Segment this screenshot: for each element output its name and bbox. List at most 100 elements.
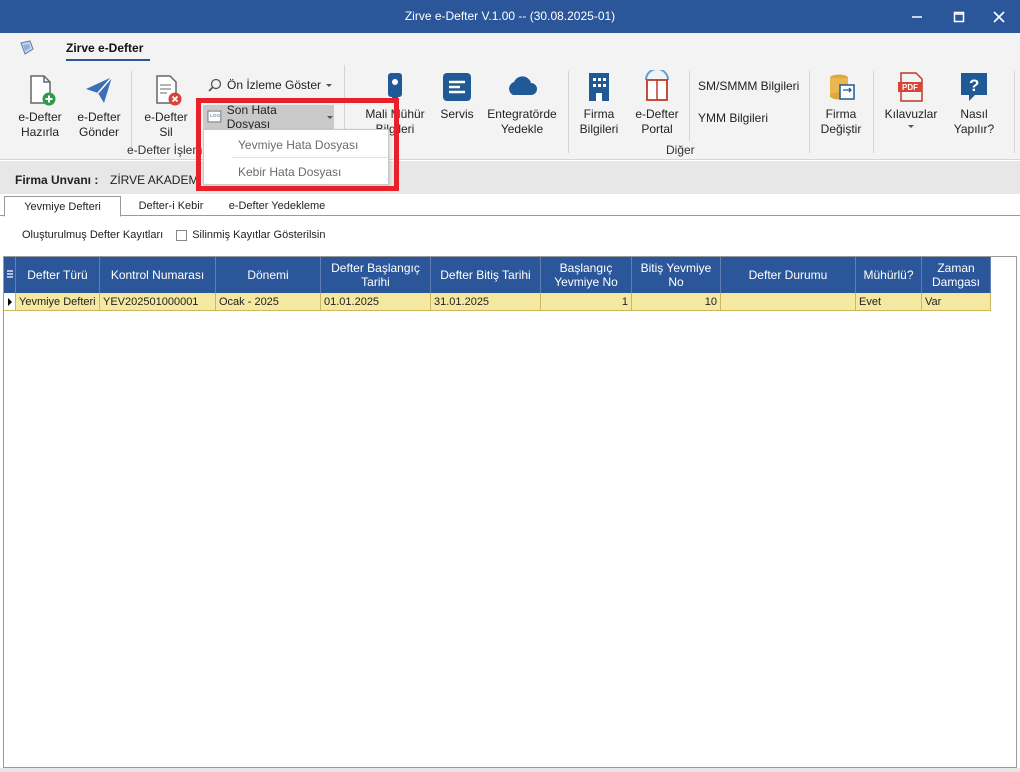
row-indicator-header[interactable] (4, 257, 16, 293)
group-label-diger: Diğer (666, 143, 695, 157)
entegrator-yedekle-button[interactable]: Entegratörde Yedekle (484, 70, 560, 137)
on-izleme-label: Ön İzleme Göster (227, 78, 322, 92)
cell-donemi[interactable]: Ocak - 2025 (216, 293, 321, 310)
nasil-yapilir-button[interactable]: ? Nasıl Yapılır? (946, 70, 1002, 137)
group-label-islemleri: e-Defter İşlem (127, 143, 203, 157)
minimize-button[interactable] (896, 0, 938, 33)
close-icon (993, 10, 1005, 23)
edefter-sil-button[interactable]: e-Defter Sil (140, 73, 192, 140)
table-row[interactable]: Yevmiye Defteri YEV202501000001 Ocak - 2… (4, 293, 991, 311)
column-header[interactable]: Kontrol Numarası (100, 257, 216, 293)
edefter-portal-button[interactable]: e-Defter Portal (630, 70, 684, 137)
cell-baslangic-yevmiye-no[interactable]: 1 (541, 293, 632, 310)
current-row-arrow-icon (8, 297, 12, 306)
silinmis-kayitlar-label[interactable]: Silinmiş Kayıtlar Gösterilsin (192, 229, 325, 241)
firma-unvani-value: ZİRVE AKADEM (110, 173, 199, 187)
silinmis-kayitlar-checkbox[interactable] (176, 229, 188, 241)
records-grid: Defter Türü Kontrol Numarası Dönemi Deft… (3, 256, 1017, 768)
column-header[interactable]: Defter Bitiş Tarihi (431, 257, 541, 293)
ribbon-separator (1014, 71, 1015, 153)
firma-bilgileri-label: Firma Bilgileri (579, 107, 619, 136)
filter-title: Oluşturulmuş Defter Kayıtları (22, 229, 164, 241)
delete-document-icon (156, 75, 182, 106)
servis-label: Servis (440, 107, 474, 121)
window-title: Zirve e-Defter V.1.00 -- (30.08.2025-01) (404, 9, 616, 23)
edefter-portal-label: e-Defter Portal (635, 107, 679, 136)
column-header[interactable]: Defter Durumu (721, 257, 856, 293)
smmm-bilgileri-button[interactable]: SM/SMMM Bilgileri (698, 79, 799, 93)
column-header[interactable]: Başlangıç Yevmiye No (541, 257, 632, 293)
switch-company-icon (830, 74, 855, 100)
tab-defter-i-kebir[interactable]: Defter-i Kebir (124, 196, 218, 216)
column-header[interactable]: Dönemi (216, 257, 321, 293)
firma-bar: Firma Unvanı : ZİRVE AKADEM (0, 161, 1020, 194)
tab-edefter-yedekleme[interactable]: e-Defter Yedekleme (222, 196, 332, 216)
grid-menu-icon (6, 270, 13, 278)
firma-bilgileri-button[interactable]: Firma Bilgileri (574, 70, 624, 137)
cell-bitis-tarihi[interactable]: 31.01.2025 (431, 293, 541, 310)
maximize-icon (953, 11, 965, 22)
preview-icon (208, 78, 222, 92)
nasil-yapilir-label: Nasıl Yapılır? (953, 107, 995, 136)
grid-header: Defter Türü Kontrol Numarası Dönemi Deft… (4, 257, 991, 293)
chevron-down-icon (326, 84, 333, 87)
firma-degistir-label: Firma Değiştir (820, 107, 862, 136)
highlight-box (196, 98, 399, 191)
entegrator-label: Entegratörde Yedekle (487, 107, 557, 136)
app-window: Zirve e-Defter V.1.00 -- (30.08.2025-01)… (0, 0, 1020, 772)
cloud-icon (509, 76, 537, 95)
building-icon (589, 73, 609, 101)
maximize-button[interactable] (938, 0, 980, 33)
kilavuzlar-button[interactable]: PDF Kılavuzlar (880, 70, 942, 130)
ribbon-separator (131, 71, 132, 153)
column-header[interactable]: Defter Türü (16, 257, 100, 293)
on-izleme-button[interactable]: Ön İzleme Göster (207, 77, 333, 93)
ribbon-tab-underline (66, 59, 150, 61)
help-icon: ? (961, 73, 987, 101)
close-button[interactable] (978, 0, 1020, 33)
column-header[interactable]: Bitiş Yevmiye No (632, 257, 721, 293)
cell-defter-durumu[interactable] (721, 293, 856, 310)
send-icon (86, 76, 113, 103)
tab-strip: Yevmiye Defteri Defter-i Kebir e-Defter … (0, 194, 1020, 217)
ribbon-separator (873, 71, 874, 153)
service-icon (443, 73, 471, 101)
kilavuzlar-label: Kılavuzlar (884, 107, 938, 121)
edefter-hazirla-button[interactable]: e-Defter Hazırla (14, 73, 66, 140)
column-header[interactable]: Zaman Damgası (922, 257, 991, 293)
column-header[interactable]: Mühürlü? (856, 257, 922, 293)
column-header[interactable]: Defter Başlangıç Tarihi (321, 257, 431, 293)
firma-unvani-label: Firma Unvanı : (15, 173, 99, 187)
edefter-gonder-label: e-Defter Gönder (77, 110, 121, 139)
row-indicator (4, 293, 16, 310)
tab-yevmiye-defteri[interactable]: Yevmiye Defteri (4, 196, 121, 217)
portal-book-icon (645, 70, 669, 101)
servis-button[interactable]: Servis (434, 70, 480, 122)
ribbon-tab-zirve[interactable]: Zirve e-Defter (66, 41, 143, 55)
pdf-icon: PDF (898, 72, 923, 102)
cell-bitis-yevmiye-no[interactable]: 10 (632, 293, 721, 310)
status-bar (0, 768, 1020, 772)
ribbon-separator (568, 71, 569, 153)
cell-kontrol-numarasi[interactable]: YEV202501000001 (100, 293, 216, 310)
ymm-bilgileri-button[interactable]: YMM Bilgileri (698, 111, 768, 125)
ribbon: Zirve e-Defter e-Defter Hazırla e-Defter… (0, 33, 1020, 160)
filter-row: Oluşturulmuş Defter Kayıtları Silinmiş K… (22, 229, 325, 241)
edefter-hazirla-label: e-Defter Hazırla (18, 110, 62, 139)
cell-muhurlu[interactable]: Evet (856, 293, 922, 310)
app-menu-icon[interactable] (18, 39, 36, 57)
svg-text:PDF: PDF (902, 83, 918, 92)
ribbon-separator (809, 71, 810, 153)
svg-text:?: ? (969, 76, 979, 95)
title-bar: Zirve e-Defter V.1.00 -- (30.08.2025-01) (0, 0, 1020, 33)
edefter-sil-label: e-Defter Sil (144, 110, 188, 139)
firma-degistir-button[interactable]: Firma Değiştir (814, 70, 868, 137)
cell-defter-turu[interactable]: Yevmiye Defteri (16, 293, 100, 310)
cell-baslangic-tarihi[interactable]: 01.01.2025 (321, 293, 431, 310)
ymm-label: YMM Bilgileri (698, 111, 769, 125)
edefter-gonder-button[interactable]: e-Defter Gönder (72, 73, 126, 140)
ribbon-separator (689, 71, 690, 141)
chevron-down-icon (908, 125, 914, 128)
new-document-icon (30, 75, 56, 106)
cell-zaman-damgasi[interactable]: Var (922, 293, 991, 310)
